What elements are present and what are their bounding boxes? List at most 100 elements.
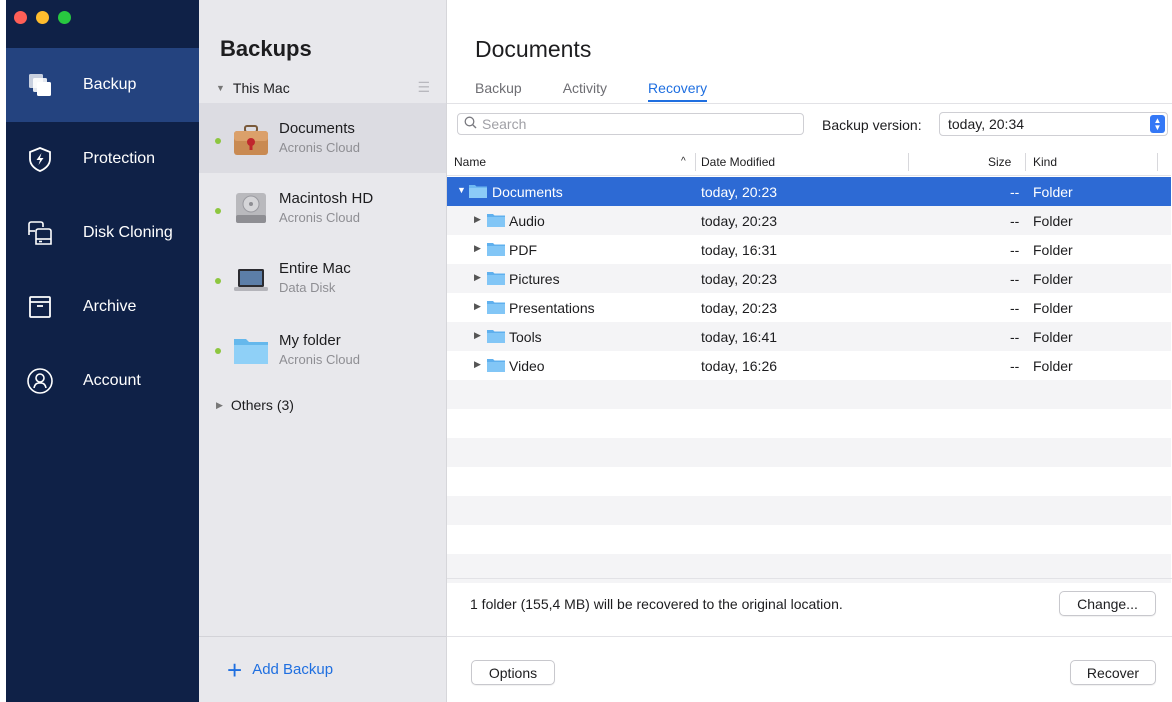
row-size: -- xyxy=(1010,184,1020,200)
row-name: Pictures xyxy=(509,271,560,287)
backup-location: Data Disk xyxy=(279,280,336,295)
table-row[interactable]: ▶ PDF today, 16:31 -- Folder xyxy=(447,235,1171,264)
folder-icon xyxy=(487,271,505,285)
nav-item-archive[interactable]: Archive xyxy=(6,270,199,344)
backup-detail-panel: Documents Backup Activity Recovery Searc… xyxy=(447,0,1172,702)
empty-row xyxy=(447,409,1171,438)
row-kind: Folder xyxy=(1033,184,1073,200)
menu-lines-icon[interactable]: ☰ xyxy=(417,79,430,96)
table-row[interactable]: ▶ Video today, 16:26 -- Folder xyxy=(447,351,1171,380)
disclosure-right-icon[interactable]: ▶ xyxy=(474,330,481,341)
group-this-mac[interactable]: ▼ This Mac ☰ xyxy=(216,79,430,96)
row-kind: Folder xyxy=(1033,329,1073,345)
table-row[interactable]: ▶ Audio today, 20:23 -- Folder xyxy=(447,206,1171,235)
backup-item-documents[interactable]: Documents Acronis Cloud xyxy=(199,103,446,173)
row-date: today, 20:23 xyxy=(701,271,778,287)
table-header: Name ^ Date Modified Size Kind xyxy=(447,148,1171,176)
backup-item-my-folder[interactable]: My folder Acronis Cloud xyxy=(199,313,446,383)
page-title: Documents xyxy=(475,36,592,62)
table-row[interactable]: ▶ Pictures today, 20:23 -- Folder xyxy=(447,264,1171,293)
row-kind: Folder xyxy=(1033,271,1073,287)
backup-item-macintosh-hd[interactable]: Macintosh HD Acronis Cloud xyxy=(199,173,446,243)
disclosure-right-icon[interactable]: ▶ xyxy=(474,243,481,254)
nav-item-disk-cloning[interactable]: Disk Cloning xyxy=(6,196,199,270)
disk-cloning-icon xyxy=(26,219,54,247)
backup-version-label: Backup version: xyxy=(822,117,922,133)
disclosure-down-icon[interactable]: ▼ xyxy=(457,185,466,195)
column-date-modified[interactable]: Date Modified xyxy=(701,155,775,169)
empty-row xyxy=(447,467,1171,496)
close-window-button[interactable] xyxy=(14,11,27,24)
backup-name: My folder xyxy=(279,332,341,349)
column-size[interactable]: Size xyxy=(988,155,1011,169)
add-backup-label: Add Backup xyxy=(252,661,334,678)
folder-icon xyxy=(487,213,505,227)
tab-activity[interactable]: Activity xyxy=(563,80,607,102)
disclosure-right-icon[interactable]: ▶ xyxy=(474,359,481,370)
group-others[interactable]: ▶ Others (3) xyxy=(216,397,294,413)
tab-bar: Backup Activity Recovery xyxy=(475,80,748,102)
disclosure-right-icon[interactable]: ▶ xyxy=(474,301,481,312)
account-icon xyxy=(26,367,54,395)
table-row[interactable]: ▶ Presentations today, 20:23 -- Folder xyxy=(447,293,1171,322)
tab-backup[interactable]: Backup xyxy=(475,80,522,102)
row-date: today, 20:23 xyxy=(701,213,778,229)
recover-button[interactable]: Recover xyxy=(1070,660,1156,685)
archive-icon xyxy=(26,293,54,321)
window-controls xyxy=(14,11,71,24)
column-separator xyxy=(1025,153,1026,171)
nav-item-label: Archive xyxy=(83,298,137,315)
tab-recovery[interactable]: Recovery xyxy=(648,80,708,102)
nav-item-label: Account xyxy=(83,372,141,389)
row-size: -- xyxy=(1010,242,1020,258)
status-dot xyxy=(215,348,221,354)
row-date: today, 20:23 xyxy=(701,184,778,200)
folder-icon xyxy=(487,300,505,314)
search-placeholder: Search xyxy=(482,116,527,132)
row-date: today, 16:31 xyxy=(701,242,778,258)
backup-version-select[interactable]: today, 20:34 ▲ ▼ xyxy=(939,112,1168,136)
zoom-window-button[interactable] xyxy=(58,11,71,24)
nav-item-protection[interactable]: Protection xyxy=(6,122,199,196)
disclosure-right-icon[interactable]: ▶ xyxy=(474,272,481,283)
file-table: ▼ Documents today, 20:23 -- Folder ▶ Aud… xyxy=(447,177,1171,583)
column-name[interactable]: Name xyxy=(454,155,486,169)
row-kind: Folder xyxy=(1033,358,1073,374)
status-dot xyxy=(215,278,221,284)
add-backup-button[interactable]: + Add Backup xyxy=(199,636,446,702)
group-label: This Mac xyxy=(232,79,290,96)
row-size: -- xyxy=(1010,300,1020,316)
status-dot xyxy=(215,208,221,214)
row-size: -- xyxy=(1010,213,1020,229)
row-name: Tools xyxy=(509,329,542,345)
empty-row xyxy=(447,438,1171,467)
sort-ascending-icon[interactable]: ^ xyxy=(681,156,686,167)
table-row[interactable]: ▼ Documents today, 20:23 -- Folder xyxy=(447,177,1171,206)
disclosure-right-icon[interactable]: ▶ xyxy=(474,214,481,225)
select-arrows-icon: ▲ ▼ xyxy=(1150,115,1165,133)
backup-name: Documents xyxy=(279,120,355,137)
options-button[interactable]: Options xyxy=(471,660,555,685)
column-kind[interactable]: Kind xyxy=(1033,155,1057,169)
divider xyxy=(447,103,1172,104)
backup-item-entire-mac[interactable]: Entire Mac Data Disk xyxy=(199,243,446,313)
nav-item-account[interactable]: Account xyxy=(6,344,199,418)
table-row[interactable]: ▶ Tools today, 16:41 -- Folder xyxy=(447,322,1171,351)
search-input[interactable]: Search xyxy=(457,113,804,135)
hard-drive-icon xyxy=(232,191,270,225)
divider xyxy=(447,578,1172,579)
row-kind: Folder xyxy=(1033,300,1073,316)
minimize-window-button[interactable] xyxy=(36,11,49,24)
status-dot xyxy=(215,138,221,144)
change-button[interactable]: Change... xyxy=(1059,591,1156,616)
backup-name: Entire Mac xyxy=(279,260,351,277)
nav-item-backup[interactable]: Backup xyxy=(6,48,199,122)
disclosure-right-icon: ▶ xyxy=(216,399,223,410)
backup-location: Acronis Cloud xyxy=(279,352,360,367)
laptop-icon xyxy=(232,263,270,297)
backup-version-value: today, 20:34 xyxy=(948,116,1025,132)
backup-location: Acronis Cloud xyxy=(279,210,360,225)
nav-item-label: Disk Cloning xyxy=(83,224,173,241)
search-icon xyxy=(464,116,477,132)
backup-location: Acronis Cloud xyxy=(279,140,360,155)
